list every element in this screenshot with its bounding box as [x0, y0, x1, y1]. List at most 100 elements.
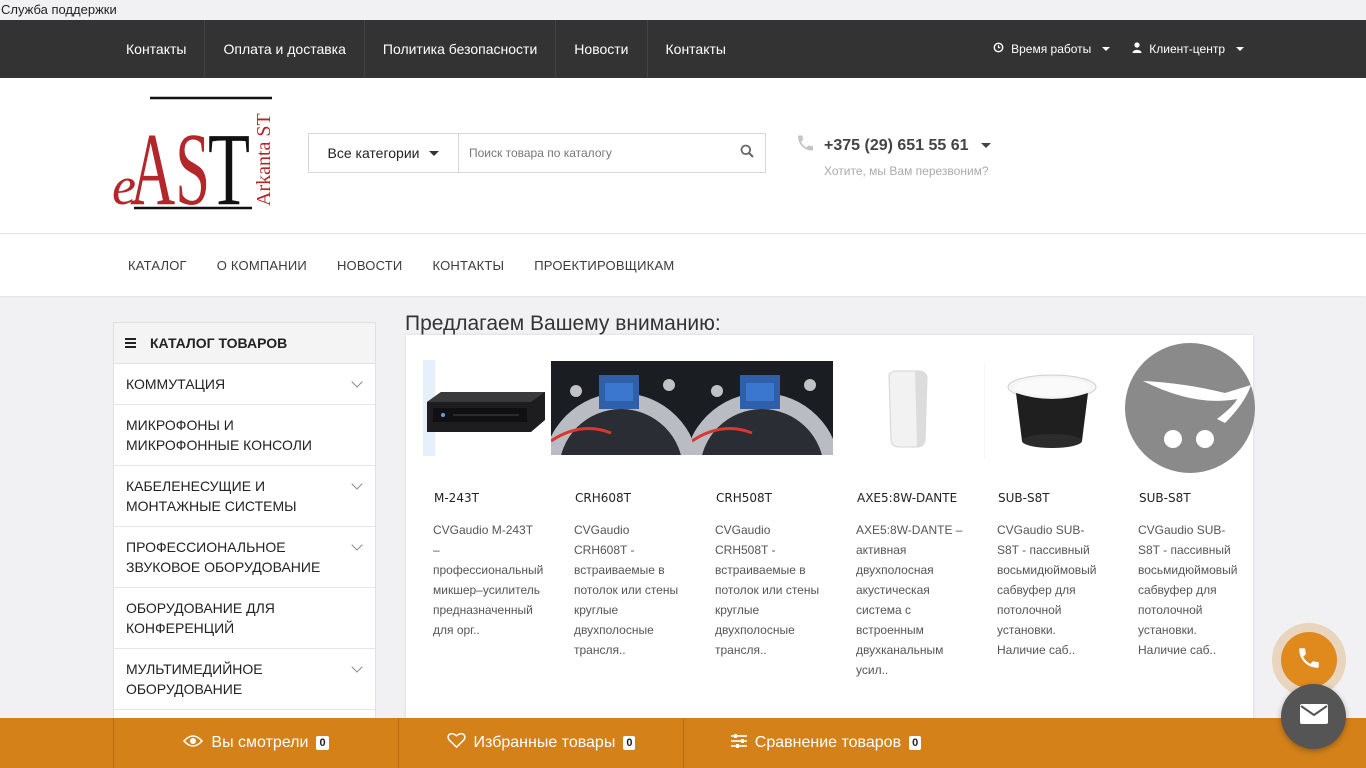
product-image-ceiling-subwoofer[interactable]	[984, 343, 1114, 473]
svg-text:AS: AS	[130, 112, 210, 216]
main-nav-news[interactable]: НОВОСТИ	[322, 258, 418, 273]
sidebar-item-commutation[interactable]: КОММУТАЦИЯ	[114, 364, 375, 405]
work-hours-label: Время работы	[1011, 42, 1092, 56]
callback-fab-inner	[1281, 632, 1337, 688]
top-nav-link-payment-delivery[interactable]: Оплата и доставка	[205, 20, 365, 78]
mail-fab[interactable]	[1281, 684, 1346, 749]
chevron-down-icon[interactable]	[351, 376, 363, 388]
top-nav: Контакты Оплата и доставка Политика безо…	[0, 20, 1366, 78]
category-select[interactable]: Все категории	[309, 134, 459, 172]
product-name[interactable]: CRH508T	[716, 491, 772, 505]
viewed-label: Вы смотрели	[211, 734, 309, 751]
search-input[interactable]	[459, 134, 729, 172]
product-name[interactable]: SUB-S8T	[1139, 491, 1191, 505]
chevron-down-icon[interactable]	[351, 661, 363, 673]
sidebar-item-label: КОММУТАЦИЯ	[126, 376, 226, 392]
product-description: CVGaudio M-243T – профессиональный микше…	[433, 523, 544, 637]
chevron-down-icon[interactable]	[351, 539, 363, 551]
product-name[interactable]: SUB-S8T	[998, 491, 1050, 505]
product-carousel: M-243T CVGaudio M-243T – профессиональны…	[406, 335, 1256, 725]
top-nav-links: Контакты Оплата и доставка Политика безо…	[108, 20, 744, 78]
main-nav-contacts[interactable]: КОНТАКТЫ	[417, 258, 519, 273]
bottom-bar: Вы смотрели 0 Избранные товары 0 Сравнен…	[0, 718, 1366, 768]
chevron-down-icon[interactable]	[351, 478, 363, 490]
sidebar-item-multimedia[interactable]: МУЛЬТИМЕДИЙНОЕ ОБОРУДОВАНИЕ	[114, 649, 375, 710]
site-logo[interactable]: e AS T Arkanta ST	[112, 96, 275, 227]
sliders-icon	[730, 733, 747, 753]
catalog-sidebar-title: КАТАЛОГ ТОВАРОВ	[150, 335, 288, 351]
search-icon	[740, 144, 754, 163]
svg-text:Arkanta ST: Arkanta ST	[253, 113, 274, 206]
top-nav-link-contacts-2[interactable]: Контакты	[648, 20, 744, 78]
favorites-button[interactable]: Избранные товары 0	[398, 718, 683, 768]
phone-icon	[1296, 645, 1322, 676]
compare-count-badge: 0	[909, 736, 922, 750]
svg-text:T: T	[208, 112, 250, 216]
top-nav-link-privacy-policy[interactable]: Политика безопасности	[365, 20, 557, 78]
mail-icon	[1299, 704, 1328, 729]
chevron-down-icon	[429, 150, 440, 156]
chevron-down-icon	[1236, 47, 1244, 51]
phone-icon	[795, 133, 816, 158]
sidebar-item-label: МУЛЬТИМЕДИЙНОЕ ОБОРУДОВАНИЕ	[126, 661, 263, 697]
phone-block: +375 (29) 651 55 61 Хотите, мы Вам перез…	[795, 133, 991, 178]
viewed-count-badge: 0	[316, 736, 329, 750]
product-image-ceiling-speaker[interactable]	[692, 343, 833, 473]
product-description: CVGaudio CRH508T - встраиваемые в потоло…	[715, 523, 820, 657]
phone-number[interactable]: +375 (29) 651 55 61	[824, 137, 969, 155]
user-icon	[1132, 42, 1142, 56]
product-card[interactable]: CRH508T CVGaudio CRH508T - встраиваемые …	[692, 335, 833, 725]
main-nav-designers[interactable]: ПРОЕКТИРОВЩИКАМ	[519, 258, 689, 273]
product-description: CVGaudio SUB-S8T - пассивный восьмидюймо…	[997, 523, 1097, 657]
product-card[interactable]: SUB-S8T CVGaudio SUB-S8T - пассивный вос…	[1115, 335, 1256, 725]
sidebar-item-label: ПРОФЕССИОНАЛЬНОЕ ЗВУКОВОЕ ОБОРУДОВАНИЕ	[126, 539, 321, 575]
phone-dropdown[interactable]: +375 (29) 651 55 61	[795, 133, 991, 158]
product-card[interactable]: AXE5:8W-DANTE AXE5:8W-DANTE – активная д…	[833, 335, 974, 725]
sidebar-item-microphones[interactable]: МИКРОФОНЫ И МИКРОФОННЫЕ КОНСОЛИ	[114, 405, 375, 466]
heart-icon	[446, 732, 466, 754]
sidebar-item-label: ОБОРУДОВАНИЕ ДЛЯ КОНФЕРЕНЦИЙ	[126, 600, 275, 636]
product-image-mixer-amplifier[interactable]	[420, 343, 550, 473]
main-nav: КАТАЛОГ О КОМПАНИИ НОВОСТИ КОНТАКТЫ ПРОЕ…	[0, 234, 1366, 296]
product-description: AXE5:8W-DANTE – активная двухполосная ак…	[856, 523, 963, 677]
menu-icon	[125, 338, 136, 348]
product-name[interactable]: AXE5:8W-DANTE	[857, 491, 957, 505]
product-name[interactable]: M-243T	[434, 491, 479, 505]
sidebar-item-label: МИКРОФОНЫ И МИКРОФОННЫЕ КОНСОЛИ	[126, 417, 312, 453]
main-nav-about[interactable]: О КОМПАНИИ	[202, 258, 322, 273]
client-center-dropdown[interactable]: Клиент-центр	[1132, 42, 1244, 56]
chevron-down-icon	[1102, 47, 1111, 51]
product-description: CVGaudio SUB-S8T - пассивный восьмидюймо…	[1138, 523, 1238, 657]
product-image-wall-speaker[interactable]	[843, 343, 973, 473]
clock-icon	[993, 42, 1004, 56]
sidebar-item-label: КАБЕЛЕНЕСУЩИЕ И МОНТАЖНЫЕ СИСТЕМЫ	[126, 478, 297, 514]
offer-title: Предлагаем Вашему вниманию:	[405, 312, 721, 335]
callback-link[interactable]: Хотите, мы Вам перезвоним?	[824, 164, 991, 178]
product-name[interactable]: CRH608T	[575, 491, 631, 505]
product-image-ceiling-speaker[interactable]	[551, 343, 692, 473]
product-description: CVGaudio CRH608T - встраиваемые в потоло…	[574, 523, 679, 657]
search-form: Все категории	[308, 133, 766, 173]
top-nav-link-contacts[interactable]: Контакты	[108, 20, 206, 78]
site-header: e AS T Arkanta ST Все категории +375 (29…	[0, 78, 1366, 234]
product-card[interactable]: CRH608T CVGaudio CRH608T - встраиваемые …	[551, 335, 692, 725]
support-link[interactable]: Служба поддержки	[0, 0, 1366, 20]
viewed-button[interactable]: Вы смотрели 0	[113, 718, 398, 768]
product-card[interactable]: M-243T CVGaudio M-243T – профессиональны…	[410, 335, 551, 725]
sidebar-item-cable-systems[interactable]: КАБЕЛЕНЕСУЩИЕ И МОНТАЖНЫЕ СИСТЕМЫ	[114, 466, 375, 527]
product-card[interactable]: SUB-S8T CVGaudio SUB-S8T - пассивный вос…	[974, 335, 1115, 725]
sidebar-item-pro-audio[interactable]: ПРОФЕССИОНАЛЬНОЕ ЗВУКОВОЕ ОБОРУДОВАНИЕ	[114, 527, 375, 588]
catalog-sidebar: КАТАЛОГ ТОВАРОВ КОММУТАЦИЯ МИКРОФОНЫ И М…	[113, 322, 376, 722]
favorites-count-badge: 0	[623, 736, 636, 750]
compare-button[interactable]: Сравнение товаров 0	[683, 718, 968, 768]
sidebar-item-conference[interactable]: ОБОРУДОВАНИЕ ДЛЯ КОНФЕРЕНЦИЙ	[114, 588, 375, 649]
work-hours-dropdown[interactable]: Время работы	[993, 42, 1111, 56]
chevron-down-icon	[980, 143, 991, 148]
category-select-label: Все категории	[327, 145, 420, 161]
eye-icon	[183, 734, 204, 753]
product-image-no-image-placeholder[interactable]	[1125, 343, 1255, 473]
catalog-sidebar-header[interactable]: КАТАЛОГ ТОВАРОВ	[114, 323, 375, 364]
main-nav-catalog[interactable]: КАТАЛОГ	[113, 258, 202, 273]
top-nav-link-news[interactable]: Новости	[556, 20, 648, 78]
search-button[interactable]	[729, 134, 765, 172]
